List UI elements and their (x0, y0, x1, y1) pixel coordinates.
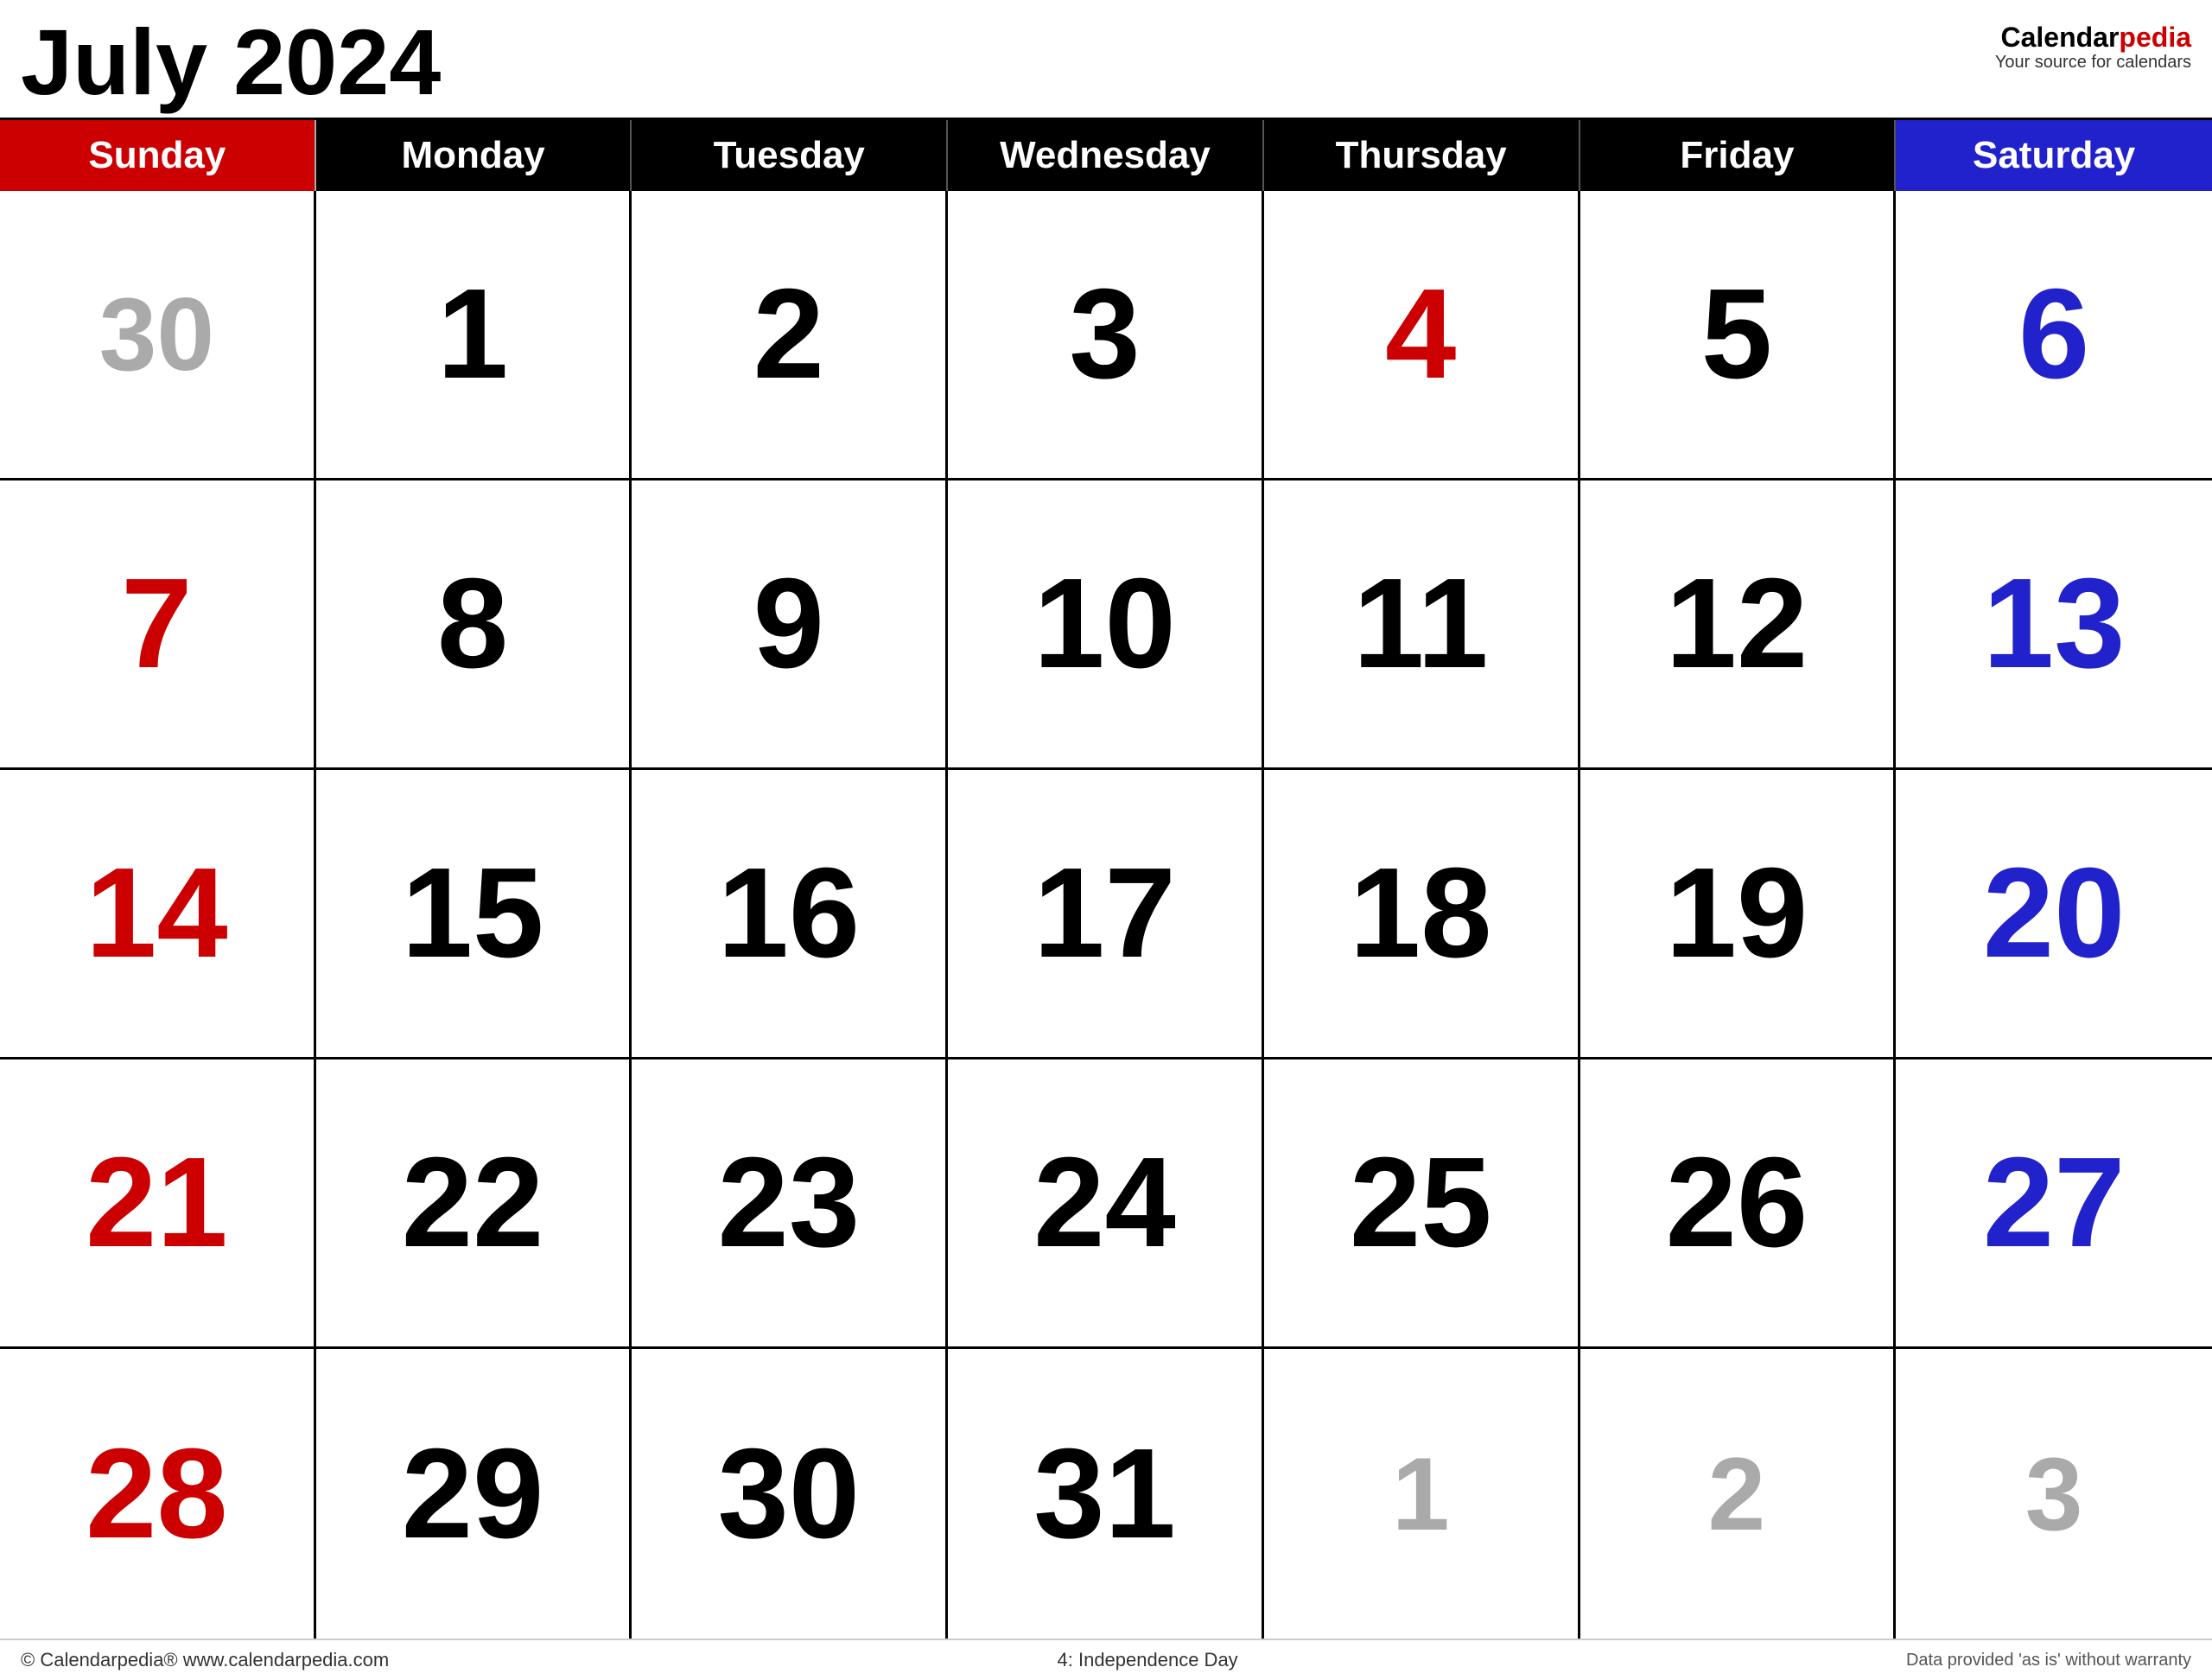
day-number: 6 (2018, 270, 2089, 398)
logo-accent: pedia (2119, 22, 2191, 53)
calendar-cell[interactable]: 16 (632, 770, 948, 1057)
day-number: 31 (1033, 1430, 1176, 1558)
day-number: 19 (1666, 850, 1808, 977)
day-number: 23 (717, 1139, 860, 1267)
footer-holiday: 4: Independence Day (1058, 1649, 1238, 1671)
calendar-week-1: 30 1 2 3 4 5 6 (0, 191, 2212, 480)
calendar-cell[interactable]: 13 (1896, 480, 2212, 767)
calendar-cell[interactable]: 2 (632, 191, 948, 478)
footer-copyright: © Calendarpedia® www.calendarpedia.com (21, 1649, 389, 1671)
calendar-week-3: 14 15 16 17 18 19 20 (0, 770, 2212, 1060)
calendar-cell[interactable]: 11 (1264, 480, 1580, 767)
day-number: 17 (1033, 850, 1176, 977)
day-headers: SundayMondayTuesdayWednesdayThursdayFrid… (0, 120, 2212, 191)
day-number: 24 (1033, 1139, 1176, 1267)
calendar-cell[interactable]: 23 (632, 1060, 948, 1346)
calendar-cell[interactable]: 14 (0, 770, 316, 1057)
calendar-cell[interactable]: 3 (948, 191, 1264, 478)
calendar-cell[interactable]: 10 (948, 480, 1264, 767)
day-header-monday: Monday (316, 120, 632, 191)
calendar-cell[interactable]: 15 (316, 770, 632, 1057)
day-number: 14 (86, 850, 228, 977)
day-number: 30 (99, 283, 214, 386)
calendar-grid: 3012345678910111213141516171819202122232… (0, 191, 2212, 1639)
calendar-week-2: 7 8 9 10 11 12 13 (0, 480, 2212, 770)
page-wrapper: July 2024 Calendarpedia Your source for … (0, 0, 2212, 1680)
day-header-friday: Friday (1580, 120, 1897, 191)
logo-subtitle: Your source for calendars (1995, 53, 2191, 73)
day-number: 30 (717, 1430, 860, 1558)
day-number: 21 (86, 1139, 228, 1267)
calendar-cell[interactable]: 22 (316, 1060, 632, 1346)
month-title: July 2024 (21, 16, 441, 109)
calendar-cell[interactable]: 29 (316, 1349, 632, 1639)
day-number: 18 (1350, 850, 1492, 977)
day-header-tuesday: Tuesday (632, 120, 948, 191)
day-header-thursday: Thursday (1264, 120, 1580, 191)
day-number: 7 (121, 560, 192, 688)
day-number: 2 (753, 270, 824, 398)
calendar-cell[interactable]: 8 (316, 480, 632, 767)
footer: © Calendarpedia® www.calendarpedia.com 4… (0, 1639, 2212, 1680)
day-number: 22 (402, 1139, 544, 1267)
day-number: 25 (1350, 1139, 1492, 1267)
day-number: 8 (437, 560, 508, 688)
day-number: 5 (1701, 270, 1772, 398)
day-number: 28 (86, 1430, 228, 1558)
day-number: 12 (1666, 560, 1808, 688)
day-number: 26 (1666, 1139, 1808, 1267)
day-number: 4 (1385, 270, 1456, 398)
calendar-cell[interactable]: 30 (0, 191, 316, 478)
day-number: 15 (402, 850, 544, 977)
calendar-cell[interactable]: 20 (1896, 770, 2212, 1057)
calendar-cell[interactable]: 21 (0, 1060, 316, 1346)
calendar-cell[interactable]: 28 (0, 1349, 316, 1639)
calendar-cell[interactable]: 2 (1580, 1349, 1897, 1639)
day-number: 10 (1033, 560, 1176, 688)
day-number: 1 (437, 270, 508, 398)
calendar-cell[interactable]: 27 (1896, 1060, 2212, 1346)
calendar-cell[interactable]: 18 (1264, 770, 1580, 1057)
calendar-cell[interactable]: 5 (1580, 191, 1897, 478)
footer-disclaimer: Data provided 'as is' without warranty (1906, 1651, 2191, 1670)
day-number: 2 (1708, 1442, 1766, 1546)
calendar-cell[interactable]: 9 (632, 480, 948, 767)
day-header-sunday: Sunday (0, 120, 316, 191)
calendar-week-4: 21 22 23 24 25 26 27 (0, 1060, 2212, 1349)
calendar-container: SundayMondayTuesdayWednesdayThursdayFrid… (0, 118, 2212, 1639)
calendar-cell[interactable]: 1 (1264, 1349, 1580, 1639)
calendar-header: July 2024 Calendarpedia Your source for … (0, 0, 2212, 118)
logo-area: Calendarpedia Your source for calendars (1995, 16, 2191, 73)
day-number: 3 (2025, 1442, 2083, 1546)
calendar-cell[interactable]: 17 (948, 770, 1264, 1057)
day-number: 9 (753, 560, 824, 688)
calendar-cell[interactable]: 26 (1580, 1060, 1897, 1346)
calendar-week-5: 28 29 30 31 1 2 3 (0, 1349, 2212, 1639)
day-number: 20 (1983, 850, 2126, 977)
day-header-saturday: Saturday (1896, 120, 2212, 191)
calendar-cell[interactable]: 24 (948, 1060, 1264, 1346)
day-number: 11 (1353, 560, 1488, 688)
day-number: 16 (717, 850, 860, 977)
calendar-cell[interactable]: 7 (0, 480, 316, 767)
calendar-cell[interactable]: 3 (1896, 1349, 2212, 1639)
day-number: 3 (1069, 270, 1140, 398)
day-header-wednesday: Wednesday (948, 120, 1264, 191)
day-number: 27 (1983, 1139, 2126, 1267)
day-number: 1 (1392, 1442, 1450, 1546)
calendar-cell[interactable]: 1 (316, 191, 632, 478)
calendar-cell[interactable]: 19 (1580, 770, 1897, 1057)
day-number: 13 (1983, 560, 2126, 688)
calendar-cell[interactable]: 31 (948, 1349, 1264, 1639)
calendar-cell[interactable]: 12 (1580, 480, 1897, 767)
calendar-cell[interactable]: 30 (632, 1349, 948, 1639)
calendar-cell[interactable]: 6 (1896, 191, 2212, 478)
logo-text: Calendarpedia (1995, 22, 2191, 53)
day-number: 29 (402, 1430, 544, 1558)
calendar-cell[interactable]: 4 (1264, 191, 1580, 478)
calendar-cell[interactable]: 25 (1264, 1060, 1580, 1346)
